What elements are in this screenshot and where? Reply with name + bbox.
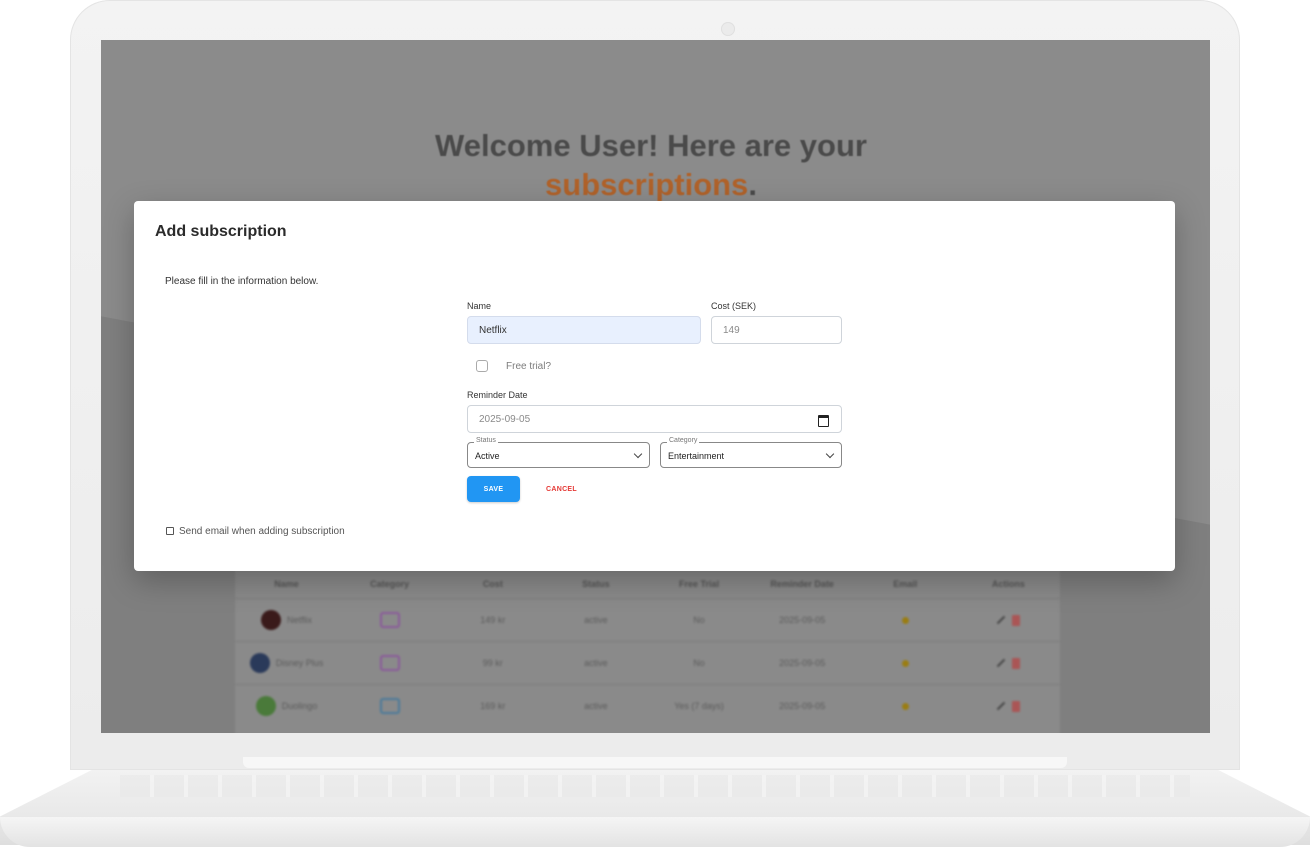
send-email-checkbox[interactable] xyxy=(166,527,174,535)
save-button[interactable]: SAVE xyxy=(467,476,520,502)
delete-icon xyxy=(1012,700,1021,712)
email-icon xyxy=(901,616,909,624)
table-row: Netflix 149 kr active No 2025-09-05 xyxy=(235,598,1060,641)
status-value: Active xyxy=(475,451,500,461)
reminder-date-label: Reminder Date xyxy=(467,390,528,400)
disney-logo-icon xyxy=(249,653,270,673)
category-select[interactable]: Category Entertainment xyxy=(660,437,842,468)
cost-label: Cost (SEK) xyxy=(711,301,757,311)
netflix-logo-icon xyxy=(261,610,282,630)
reminder-date-value: 2025-09-05 xyxy=(479,413,531,425)
name-input[interactable]: Netflix xyxy=(467,316,701,344)
name-label: Name xyxy=(467,301,492,311)
edit-icon xyxy=(997,658,1006,668)
laptop-base-edge xyxy=(0,817,1310,847)
laptop-hinge xyxy=(243,757,1067,768)
reminder-date-input[interactable]: 2025-09-05 xyxy=(467,405,842,433)
free-trial-checkbox[interactable] xyxy=(476,360,488,372)
delete-icon xyxy=(1012,657,1021,669)
dialog-subtitle: Please fill in the information below. xyxy=(165,276,319,287)
send-email-label: Send email when adding subscription xyxy=(179,526,345,537)
table-header: Name Category Cost Status Free Trial Rem… xyxy=(274,579,1025,589)
edit-icon xyxy=(997,701,1006,711)
edit-icon xyxy=(997,615,1006,625)
category-legend: Category xyxy=(667,437,700,444)
dialog-title: Add subscription xyxy=(155,223,287,240)
free-trial-label: Free trial? xyxy=(506,361,552,372)
chevron-down-icon xyxy=(825,449,835,459)
status-legend: Status xyxy=(474,437,498,444)
cancel-button[interactable]: CANCEL xyxy=(534,476,589,502)
book-icon xyxy=(379,698,400,714)
tv-icon xyxy=(379,612,400,628)
welcome-accent: subscriptions xyxy=(545,167,749,202)
chevron-down-icon xyxy=(633,449,643,459)
subscriptions-table: Name Category Cost Status Free Trial Rem… xyxy=(235,570,1060,733)
keyboard xyxy=(120,775,1190,797)
cost-input[interactable]: 149 xyxy=(711,316,842,344)
table-row: Duolingo 169 kr active Yes (7 days) 2025… xyxy=(235,684,1060,727)
category-value: Entertainment xyxy=(668,451,725,461)
email-icon xyxy=(901,659,909,667)
table-row: Disney Plus 99 kr active No 2025-09-05 xyxy=(235,641,1060,684)
camera-icon xyxy=(721,22,735,36)
duolingo-logo-icon xyxy=(255,696,276,716)
delete-icon xyxy=(1012,614,1021,626)
tv-icon xyxy=(379,655,400,671)
status-select[interactable]: Status Active xyxy=(467,437,650,468)
add-subscription-dialog: Add subscription Please fill in the info… xyxy=(134,201,1175,571)
email-icon xyxy=(901,702,909,710)
calendar-icon[interactable] xyxy=(818,415,829,427)
welcome-heading: Welcome User! Here are your subscription… xyxy=(435,128,867,202)
